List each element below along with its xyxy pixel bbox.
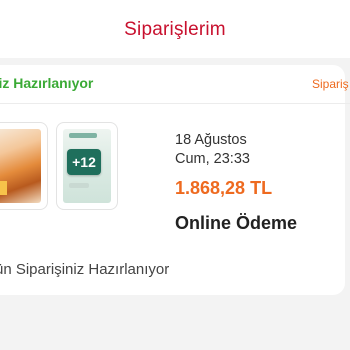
order-date: 18 Ağustos bbox=[175, 132, 247, 148]
page-title: Siparişlerim bbox=[124, 19, 226, 40]
more-items-badge: +12 bbox=[67, 149, 101, 175]
product-thumbnail[interactable] bbox=[0, 122, 48, 210]
order-detail-link[interactable]: Sipariş bbox=[312, 77, 349, 91]
product-image-stripe bbox=[69, 133, 97, 138]
payment-method: Online Ödeme bbox=[175, 213, 298, 233]
header-bar: Siparişlerim bbox=[0, 0, 350, 58]
card-divider bbox=[0, 103, 350, 104]
order-status: iniz Hazırlanıyor bbox=[0, 75, 94, 91]
order-total: 1.868,28 TL bbox=[175, 178, 273, 198]
orders-screen: Siparişlerim iniz Hazırlanıyor Sipariş +… bbox=[0, 0, 350, 350]
order-time: Cum, 23:33 bbox=[175, 151, 250, 167]
order-summary: rün Siparişiniz Hazırlanıyor bbox=[0, 261, 170, 278]
product-thumbnail-more[interactable]: +12 bbox=[56, 122, 118, 210]
product-image-accent bbox=[0, 181, 7, 195]
product-image-stripe bbox=[69, 183, 89, 188]
